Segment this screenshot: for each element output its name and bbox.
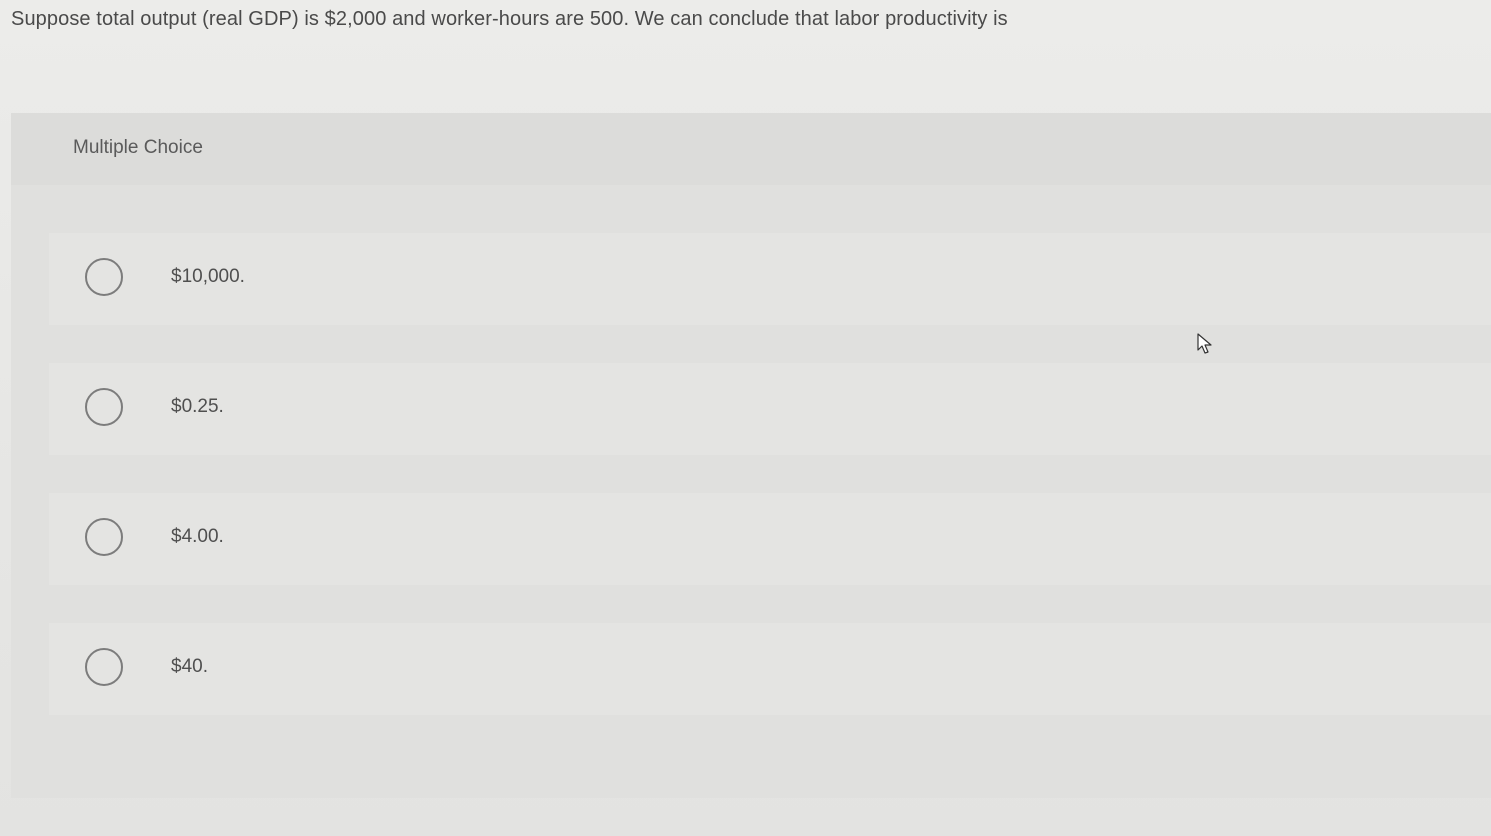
panel-header: Multiple Choice bbox=[11, 113, 1491, 185]
question-text: Suppose total output (real GDP) is $2,00… bbox=[11, 8, 1008, 30]
choice-label: $0.25. bbox=[171, 396, 224, 417]
choice-option-2[interactable]: $0.25. bbox=[49, 363, 1491, 455]
choice-label: $40. bbox=[171, 656, 208, 677]
radio-unchecked-icon[interactable] bbox=[85, 388, 123, 426]
panel-title: Multiple Choice bbox=[73, 137, 203, 158]
mouse-pointer-icon bbox=[1197, 333, 1212, 354]
quiz-page: Suppose total output (real GDP) is $2,00… bbox=[0, 0, 1491, 836]
choice-option-3[interactable]: $4.00. bbox=[49, 493, 1491, 585]
choice-option-4[interactable]: $40. bbox=[49, 623, 1491, 715]
radio-unchecked-icon[interactable] bbox=[85, 518, 123, 556]
choice-label: $10,000. bbox=[171, 266, 245, 287]
choice-label: $4.00. bbox=[171, 526, 224, 547]
radio-unchecked-icon[interactable] bbox=[85, 648, 123, 686]
multiple-choice-panel: Multiple Choice $10,000. $0.25. $4.00. $… bbox=[11, 113, 1491, 798]
radio-unchecked-icon[interactable] bbox=[85, 258, 123, 296]
choice-option-1[interactable]: $10,000. bbox=[49, 233, 1491, 325]
